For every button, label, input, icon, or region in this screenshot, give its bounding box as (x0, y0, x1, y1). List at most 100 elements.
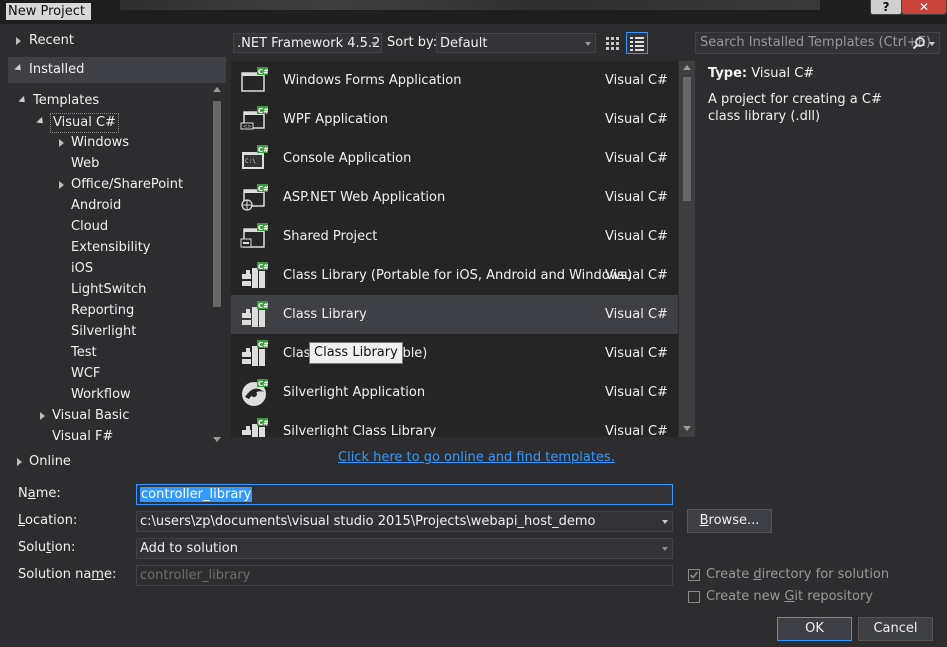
template-name: Silverlight Application (283, 373, 425, 412)
solution-name-field[interactable]: controller_library (136, 565, 673, 586)
chevron-down-icon[interactable] (662, 547, 668, 551)
template-name: Class Library (Portable for iOS, Android… (283, 256, 632, 295)
template-name: ASP.NET Web Application (283, 178, 445, 217)
template-language: Visual C# (605, 190, 668, 205)
class-library-icon: C# (240, 262, 269, 290)
template-list-scrollbar[interactable] (679, 61, 695, 437)
svg-text:C#: C# (258, 68, 268, 76)
template-name: Windows Forms Application (283, 61, 461, 100)
create-directory-checkbox[interactable] (688, 569, 700, 581)
location-value: c:\users\zp\documents\visual studio 2015… (140, 514, 596, 529)
tree-item-recent[interactable]: Recent (8, 31, 226, 51)
location-field[interactable]: c:\users\zp\documents\visual studio 2015… (136, 511, 673, 532)
git-repo-label: Create new Git repository (706, 589, 873, 604)
template-name-text: Windows Forms Application (283, 73, 462, 88)
collapse-arrow-icon (14, 63, 24, 74)
template-name-tail: ble) (402, 346, 428, 361)
scroll-down-icon[interactable] (683, 426, 691, 431)
tree-label: Workflow (71, 387, 131, 402)
online-templates-link[interactable]: Click here to go online and find templat… (338, 449, 615, 467)
search-box[interactable]: Search Installed Templates (Ctrl+E) (695, 32, 940, 54)
template-item[interactable]: C# Class Library Visual C# (231, 295, 678, 334)
cancel-button[interactable]: Cancel (858, 617, 933, 641)
name-label: Name: (18, 486, 61, 501)
template-item[interactable]: <> C# WPF Application Visual C# (231, 100, 678, 139)
svg-text:C#: C# (258, 107, 268, 115)
solution-name-value: controller_library (140, 568, 251, 583)
scroll-thumb[interactable] (683, 77, 691, 201)
svg-text:C#: C# (258, 263, 268, 271)
windows-forms-icon: C# (240, 67, 269, 95)
scroll-up-icon[interactable] (213, 87, 221, 92)
template-item[interactable]: C# Windows Forms Application Visual C# (231, 61, 678, 100)
template-name: Console Application (283, 139, 411, 178)
search-input[interactable]: Search Installed Templates (Ctrl+E) (700, 33, 931, 53)
sort-select[interactable]: Default (436, 33, 596, 53)
small-icons-view-button[interactable] (602, 33, 622, 53)
template-description: A project for creating a C# class librar… (708, 92, 882, 124)
search-icon[interactable] (912, 36, 926, 50)
list-icon (630, 37, 644, 51)
template-item[interactable]: C# Silverlight Application Visual C# (231, 373, 678, 412)
tree-label: Reporting (71, 303, 135, 318)
help-button[interactable]: ? (870, 0, 902, 15)
template-name-text: ASP.NET Web Application (283, 190, 446, 205)
framework-select[interactable]: .NET Framework 4.5.2 (233, 33, 382, 53)
tree-label: Android (71, 198, 122, 213)
name-field[interactable]: controller_library (136, 484, 673, 505)
template-name-text: Clas (283, 346, 311, 361)
sort-value: Default (440, 36, 488, 51)
expand-arrow-icon (16, 37, 21, 45)
tree-label: Web (71, 156, 100, 171)
tree-item-installed[interactable]: Installed (8, 57, 226, 83)
solution-select[interactable]: Add to solution (136, 538, 673, 559)
tree-label: Visual C# (50, 113, 119, 133)
location-label: Location: (18, 513, 78, 528)
close-button[interactable]: ✕ (901, 0, 947, 15)
ok-button[interactable]: OK (777, 617, 852, 641)
create-directory-label: Create directory for solution (706, 567, 890, 582)
type-label: Type: (708, 66, 748, 81)
template-language: Visual C# (605, 112, 668, 127)
template-name-text: Silverlight Class Library (283, 424, 437, 437)
tree-label: iOS (71, 261, 94, 276)
tree-label: WCF (71, 366, 101, 381)
template-item[interactable]: C# Clas ble) Visual C# (231, 334, 678, 373)
template-item[interactable]: C# Silverlight Class Library Visual C# (231, 412, 678, 437)
class-library-icon: C# (240, 301, 269, 329)
template-item[interactable]: C:\ C# Console Application Visual C# (231, 139, 678, 178)
template-item[interactable]: C# ASP.NET Web Application Visual C# (231, 178, 678, 217)
tree-item-online[interactable]: Online (8, 452, 226, 472)
chevron-down-icon[interactable] (929, 42, 935, 46)
tree-scrollbar[interactable] (210, 85, 224, 447)
chevron-down-icon[interactable] (662, 520, 668, 524)
expand-arrow-icon (59, 139, 64, 147)
template-name-text: WPF Application (283, 112, 388, 127)
template-name-text: Console Application (283, 151, 412, 166)
chevron-down-icon (585, 42, 591, 46)
scroll-thumb[interactable] (213, 101, 221, 307)
expand-arrow-icon (40, 412, 45, 420)
template-list[interactable]: C# Windows Forms Application Visual C# <> C#… (231, 61, 678, 437)
web-app-icon: C# (240, 184, 269, 212)
svg-text:C#: C# (258, 224, 268, 232)
sort-label: Sort by: (387, 35, 438, 50)
git-repo-checkbox[interactable] (688, 591, 700, 603)
tree-label: Silverlight (71, 324, 137, 339)
solution-name-label: Solution name: (18, 567, 117, 582)
svg-text:C#: C# (258, 146, 268, 154)
class-library-icon: C# (240, 340, 269, 368)
template-language: Visual C# (605, 268, 668, 283)
svg-text:C#: C# (258, 341, 268, 349)
template-language: Visual C# (605, 229, 668, 244)
scroll-up-icon[interactable] (683, 65, 691, 70)
scroll-down-icon[interactable] (213, 437, 221, 442)
template-item[interactable]: C# Shared Project Visual C# (231, 217, 678, 256)
browse-button[interactable]: Browse... (687, 509, 772, 533)
tree-label: Office/SharePoint (71, 177, 184, 192)
solution-value: Add to solution (140, 541, 238, 556)
silverlight-icon: C# (240, 379, 269, 407)
template-item[interactable]: C# Class Library (Portable for iOS, Andro… (231, 256, 678, 295)
list-view-button[interactable] (626, 32, 648, 54)
template-name-text: Silverlight Application (283, 385, 426, 400)
